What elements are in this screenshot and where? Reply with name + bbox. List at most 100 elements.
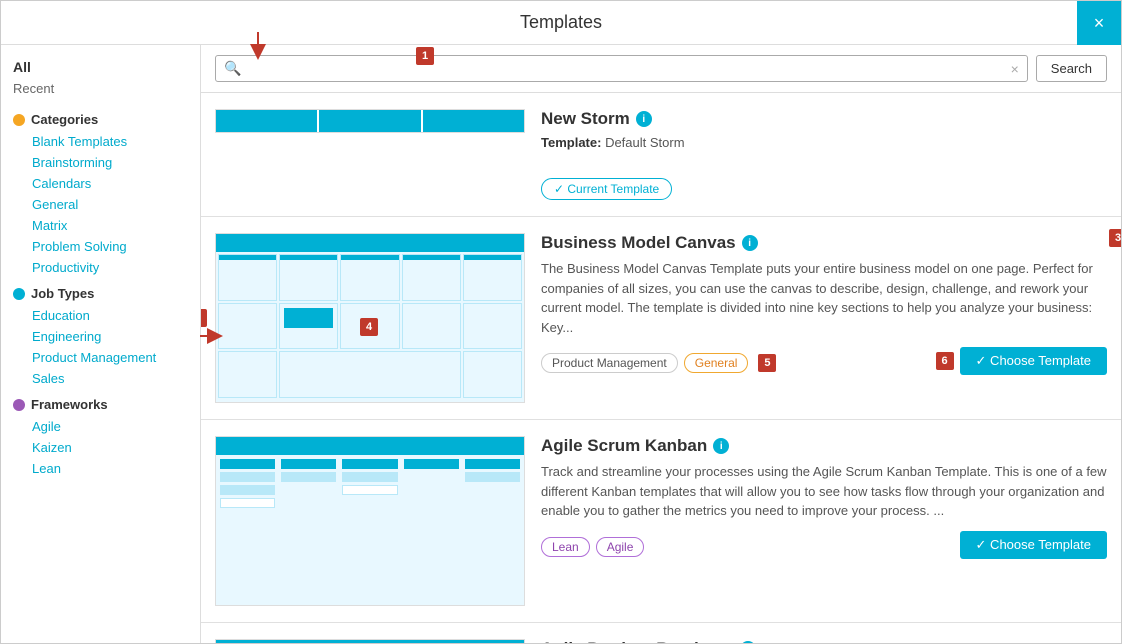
tag-general[interactable]: General xyxy=(684,353,749,373)
bmc-c13 xyxy=(463,351,522,398)
sidebar-item-product-management[interactable]: Product Management xyxy=(1,347,200,368)
search-input-wrapper: 🔍 × xyxy=(215,55,1028,82)
tag-agile[interactable]: Agile xyxy=(596,537,645,557)
templates-modal: Templates × All Recent Categories Blank … xyxy=(0,0,1122,644)
close-button[interactable]: × xyxy=(1077,1,1121,45)
bmc-h5 xyxy=(463,236,522,250)
sidebar-item-brainstorming[interactable]: Brainstorming xyxy=(1,152,200,173)
template-info-agile-scrum: Agile Scrum Kanban i Track and streamlin… xyxy=(541,436,1107,559)
new-storm-preview xyxy=(215,109,525,133)
bmc-c9 xyxy=(402,303,461,350)
sidebar-section-frameworks: Frameworks xyxy=(1,389,200,416)
bmc-h4 xyxy=(402,236,461,250)
template-preview-agile-roadmap xyxy=(215,639,525,643)
sidebar-item-problem-solving[interactable]: Problem Solving xyxy=(1,236,200,257)
search-button[interactable]: Search xyxy=(1036,55,1107,82)
bmc-c6 xyxy=(218,303,277,350)
info-icon-agile-scrum[interactable]: i xyxy=(713,438,729,454)
info-icon-agile-roadmap[interactable]: i xyxy=(740,641,756,643)
agile-card-6 xyxy=(281,472,336,482)
bmc-h2 xyxy=(279,236,338,250)
template-desc-agile-scrum: Track and streamline your processes usin… xyxy=(541,462,1107,521)
agile-card-1 xyxy=(220,459,275,469)
sidebar-all[interactable]: All xyxy=(1,55,200,79)
sidebar-item-blank-templates[interactable]: Blank Templates xyxy=(1,131,200,152)
search-input[interactable] xyxy=(247,61,1010,76)
sidebar-item-productivity[interactable]: Productivity xyxy=(1,257,200,278)
agile-col-4 xyxy=(402,457,461,603)
bmc-top-bar xyxy=(216,234,524,252)
ns-header-cell-1 xyxy=(216,110,319,132)
bmc-c4-bar xyxy=(403,255,460,260)
info-icon-bmc[interactable]: i xyxy=(742,235,758,251)
current-template-badge: ✓ Current Template xyxy=(541,178,672,200)
sidebar-recent[interactable]: Recent xyxy=(1,79,200,104)
template-desc-bmc: The Business Model Canvas Template puts … xyxy=(541,259,1107,337)
template-name-new-storm: New Storm i xyxy=(541,109,1107,129)
ns-header-cell-2 xyxy=(319,110,422,132)
sidebar-item-engineering[interactable]: Engineering xyxy=(1,326,200,347)
template-preview-new-storm xyxy=(215,109,525,133)
template-footer-agile-scrum: Lean Agile ✓ Choose Template xyxy=(541,531,1107,559)
template-tags-agile-scrum: Lean Agile xyxy=(541,537,644,557)
bmc-c10 xyxy=(463,303,522,350)
frameworks-label: Frameworks xyxy=(31,397,108,412)
bmc-c11 xyxy=(218,351,277,398)
sidebar-item-kaizen[interactable]: Kaizen xyxy=(1,437,200,458)
sidebar-item-sales[interactable]: Sales xyxy=(1,368,200,389)
sidebar-item-lean[interactable]: Lean xyxy=(1,458,200,479)
frameworks-dot xyxy=(13,399,25,411)
template-preview-bmc: 4 xyxy=(215,233,525,403)
bmc-c1 xyxy=(218,254,277,301)
categories-label: Categories xyxy=(31,112,98,127)
template-footer-bmc: Product Management General 5 6 ✓ Choose … xyxy=(541,347,1107,375)
bmc-action-area: 6 ✓ Choose Template xyxy=(936,347,1107,375)
job-types-label: Job Types xyxy=(31,286,94,301)
annotation-4: 4 xyxy=(360,318,378,336)
content-area: 1 🔍 × Search xyxy=(201,45,1121,643)
template-info-agile-roadmap: Agile Product Roadmap i The Agile Produc… xyxy=(541,639,1107,643)
sidebar-item-general[interactable]: General xyxy=(1,194,200,215)
info-icon-new-storm[interactable]: i xyxy=(636,111,652,127)
bmc-c3-bar xyxy=(341,255,398,260)
agile-col-2 xyxy=(279,457,338,603)
choose-template-btn-agile-scrum[interactable]: ✓ Choose Template xyxy=(960,531,1107,559)
tag-lean[interactable]: Lean xyxy=(541,537,590,557)
sidebar-item-agile[interactable]: Agile xyxy=(1,416,200,437)
agile-card-3 xyxy=(220,485,275,495)
template-item-new-storm: New Storm i Template: Default Storm ✓ Cu… xyxy=(201,93,1121,217)
sidebar-item-calendars[interactable]: Calendars xyxy=(1,173,200,194)
agile-card-12 xyxy=(465,472,520,482)
clear-search-icon[interactable]: × xyxy=(1011,61,1019,77)
agile-card-11 xyxy=(465,459,520,469)
bmc-c3 xyxy=(340,254,399,301)
sidebar-item-education[interactable]: Education xyxy=(1,305,200,326)
categories-dot xyxy=(13,114,25,126)
template-item-bmc: 2 xyxy=(201,217,1121,420)
template-name-agile-scrum: Agile Scrum Kanban i xyxy=(541,436,1107,456)
bmc-h3 xyxy=(340,236,399,250)
sidebar-item-matrix[interactable]: Matrix xyxy=(1,215,200,236)
job-types-dot xyxy=(13,288,25,300)
bmc-c2 xyxy=(279,254,338,301)
bmc-c1-bar xyxy=(219,255,276,260)
bmc-c5-bar xyxy=(464,255,521,260)
ns-header-cell-3 xyxy=(423,110,524,132)
agile-card-5 xyxy=(281,459,336,469)
template-subtitle-new-storm: Template: Default Storm xyxy=(541,135,1107,150)
choose-template-btn-bmc[interactable]: ✓ Choose Template xyxy=(960,347,1107,375)
annotation-2: 2 xyxy=(201,309,207,327)
roadmap-bar xyxy=(216,640,524,643)
template-preview-agile-scrum xyxy=(215,436,525,606)
template-name-agile-roadmap: Agile Product Roadmap i xyxy=(541,639,1107,643)
agile-top-bar xyxy=(216,437,524,455)
modal-body: All Recent Categories Blank Templates Br… xyxy=(1,45,1121,643)
search-magnifier-icon: 🔍 xyxy=(224,60,241,77)
template-tags-bmc: Product Management General 5 xyxy=(541,353,776,373)
annotation-5: 5 xyxy=(758,354,776,372)
sidebar-section-categories: Categories xyxy=(1,104,200,131)
template-item-agile-scrum: Agile Scrum Kanban i Track and streamlin… xyxy=(201,420,1121,623)
tag-product-management[interactable]: Product Management xyxy=(541,353,678,373)
template-name-bmc: Business Model Canvas i xyxy=(541,233,1107,253)
agile-roadmap-preview xyxy=(215,639,525,643)
